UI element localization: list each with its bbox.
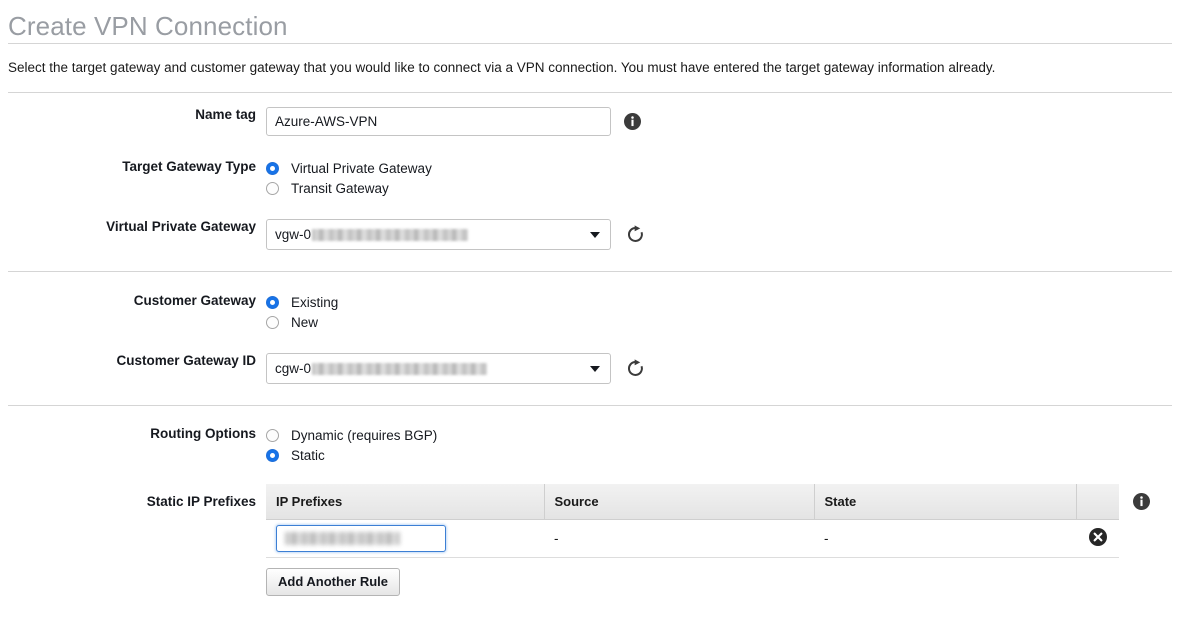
customer-gateway-id-value-prefix: cgw-0 — [275, 361, 311, 376]
spacer — [0, 272, 1179, 293]
radio-label: Transit Gateway — [291, 181, 389, 196]
radio-indicator[interactable] — [266, 296, 279, 309]
virtual-private-gateway-select-wrap: vgw-0 — [266, 219, 611, 250]
radio-label: New — [291, 315, 318, 330]
target-gateway-section: Name tag Target Gateway Type — [0, 93, 1179, 271]
radio-label: Virtual Private Gateway — [291, 161, 432, 176]
field-row-customer-gateway: Customer Gateway Existing New — [0, 293, 1179, 331]
static-ip-prefixes-field-area: IP Prefixes Source State — [266, 484, 1179, 596]
table-row: - - — [266, 519, 1119, 557]
static-ip-prefixes-table-container: IP Prefixes Source State — [266, 484, 1119, 596]
name-tag-input[interactable] — [266, 107, 611, 136]
radio-label: Dynamic (requires BGP) — [291, 428, 437, 443]
radio-transit-gateway[interactable]: Transit Gateway — [266, 179, 432, 197]
radio-indicator[interactable] — [266, 316, 279, 329]
redacted-value — [312, 229, 468, 241]
page-description: Select the target gateway and customer g… — [0, 44, 1179, 92]
spacer — [0, 136, 1179, 159]
redacted-value — [285, 532, 400, 545]
spacer — [0, 406, 1179, 426]
virtual-private-gateway-value-prefix: vgw-0 — [275, 227, 311, 242]
virtual-private-gateway-field-area: vgw-0 — [266, 219, 1179, 250]
field-row-routing-options: Routing Options Dynamic (requires BGP) S… — [0, 426, 1179, 464]
name-tag-info-icon[interactable] — [624, 113, 641, 130]
ip-prefix-input[interactable] — [276, 525, 446, 552]
spacer — [0, 197, 1179, 219]
static-ip-prefixes-table: IP Prefixes Source State — [266, 484, 1119, 558]
virtual-private-gateway-refresh-icon[interactable] — [626, 225, 645, 244]
radio-indicator[interactable] — [266, 182, 279, 195]
virtual-private-gateway-value: vgw-0 — [275, 227, 468, 242]
redacted-value — [312, 363, 487, 375]
target-gateway-type-radio-group: Virtual Private Gateway Transit Gateway — [266, 159, 432, 197]
spacer — [0, 331, 1179, 353]
cell-state: - — [814, 519, 1076, 557]
radio-indicator[interactable] — [266, 449, 279, 462]
routing-options-field-area: Dynamic (requires BGP) Static — [266, 426, 1179, 464]
radio-label: Static — [291, 448, 325, 463]
static-ip-prefixes-label: Static IP Prefixes — [0, 484, 266, 510]
field-row-customer-gateway-id: Customer Gateway ID cgw-0 — [0, 353, 1179, 384]
customer-gateway-section: Customer Gateway Existing New Customer G… — [0, 272, 1179, 405]
radio-customer-gateway-existing[interactable]: Existing — [266, 293, 338, 311]
column-header-state: State — [814, 484, 1076, 519]
table-head: IP Prefixes Source State — [266, 484, 1119, 519]
target-gateway-type-field-area: Virtual Private Gateway Transit Gateway — [266, 159, 1179, 197]
customer-gateway-field-area: Existing New — [266, 293, 1179, 331]
radio-routing-static[interactable]: Static — [266, 446, 437, 464]
virtual-private-gateway-select[interactable]: vgw-0 — [266, 219, 611, 250]
spacer — [0, 250, 1179, 271]
table-body: - - — [266, 519, 1119, 557]
cell-source: - — [544, 519, 814, 557]
field-row-static-ip-prefixes: Static IP Prefixes IP Prefixes Source St… — [0, 484, 1179, 596]
customer-gateway-id-select[interactable]: cgw-0 — [266, 353, 611, 384]
spacer — [0, 464, 1179, 484]
customer-gateway-id-value: cgw-0 — [275, 361, 487, 376]
name-tag-field-area — [266, 107, 1179, 136]
customer-gateway-id-select-wrap: cgw-0 — [266, 353, 611, 384]
column-header-ip-prefixes: IP Prefixes — [266, 484, 544, 519]
name-tag-label: Name tag — [0, 107, 266, 123]
virtual-private-gateway-label: Virtual Private Gateway — [0, 219, 266, 235]
radio-indicator[interactable] — [266, 162, 279, 175]
customer-gateway-id-refresh-icon[interactable] — [626, 359, 645, 378]
page-title: Create VPN Connection — [0, 0, 1179, 43]
customer-gateway-label: Customer Gateway — [0, 293, 266, 309]
add-another-rule-button[interactable]: Add Another Rule — [266, 568, 400, 596]
customer-gateway-radio-group: Existing New — [266, 293, 338, 331]
customer-gateway-id-field-area: cgw-0 — [266, 353, 1179, 384]
cell-ip-prefix — [266, 519, 544, 557]
radio-customer-gateway-new[interactable]: New — [266, 313, 338, 331]
column-header-source: Source — [544, 484, 814, 519]
field-row-name-tag: Name tag — [0, 107, 1179, 136]
table-header-row: IP Prefixes Source State — [266, 484, 1119, 519]
customer-gateway-id-label: Customer Gateway ID — [0, 353, 266, 369]
spacer — [0, 384, 1179, 405]
cell-delete — [1076, 519, 1119, 557]
field-row-virtual-private-gateway: Virtual Private Gateway vgw-0 — [0, 219, 1179, 250]
routing-section: Routing Options Dynamic (requires BGP) S… — [0, 406, 1179, 596]
column-header-actions — [1076, 484, 1119, 519]
delete-circle-icon[interactable] — [1089, 528, 1107, 546]
radio-virtual-private-gateway[interactable]: Virtual Private Gateway — [266, 159, 432, 177]
create-vpn-connection-page: Create VPN Connection Select the target … — [0, 0, 1179, 596]
routing-options-radio-group: Dynamic (requires BGP) Static — [266, 426, 437, 464]
spacer — [0, 93, 1179, 107]
radio-label: Existing — [291, 295, 338, 310]
radio-routing-dynamic[interactable]: Dynamic (requires BGP) — [266, 426, 437, 444]
static-ip-prefixes-info-icon[interactable] — [1133, 493, 1150, 510]
target-gateway-type-label: Target Gateway Type — [0, 159, 266, 175]
radio-indicator[interactable] — [266, 429, 279, 442]
routing-options-label: Routing Options — [0, 426, 266, 442]
field-row-target-gateway-type: Target Gateway Type Virtual Private Gate… — [0, 159, 1179, 197]
